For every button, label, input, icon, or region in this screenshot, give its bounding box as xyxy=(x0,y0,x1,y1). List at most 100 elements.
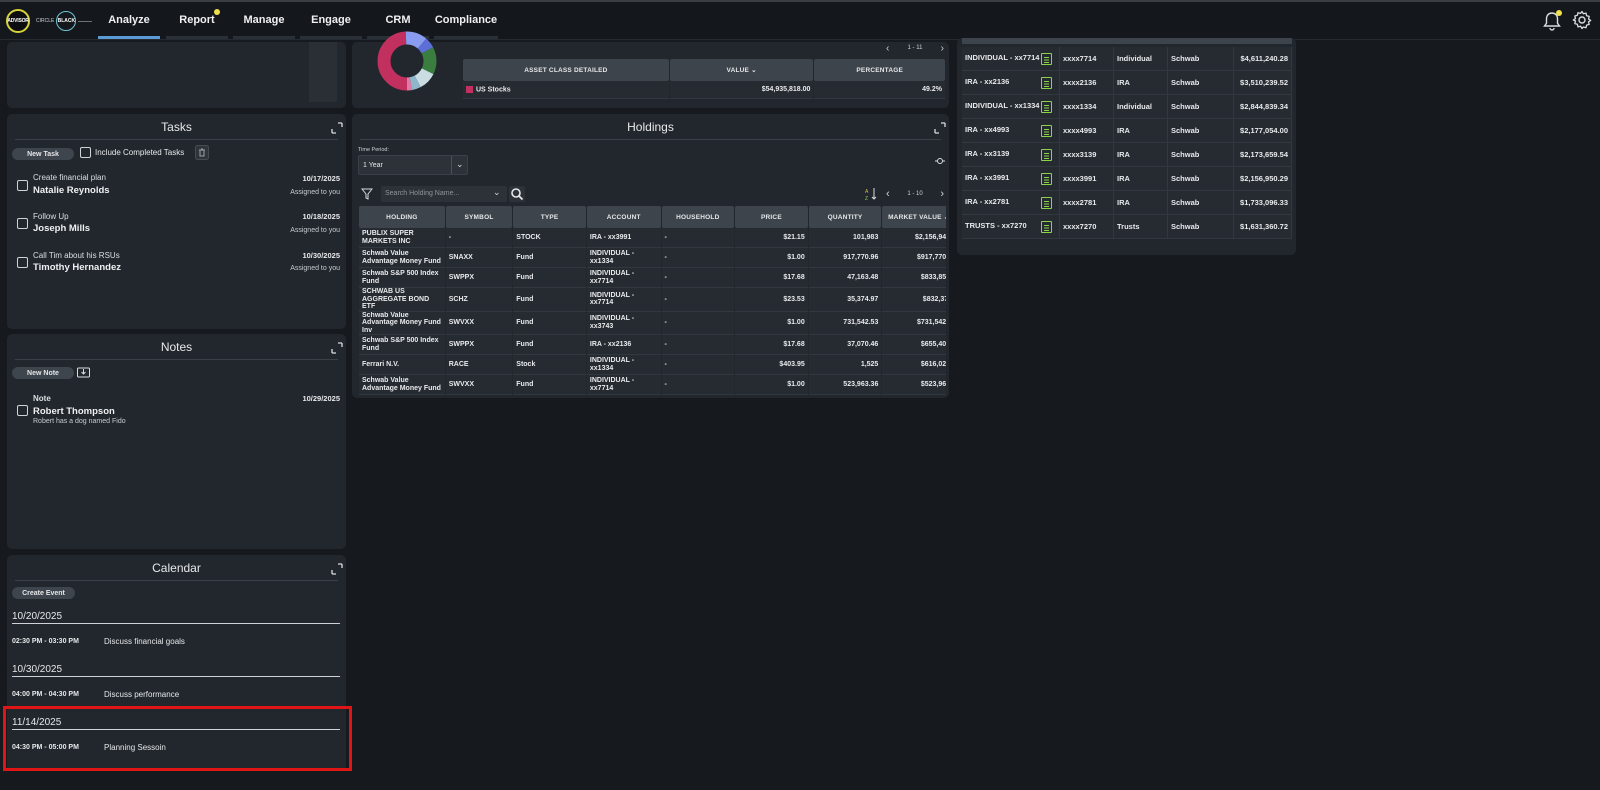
table-row[interactable]: Schwab S&P 500 Index Fund SWPPX Fund INDIVI… xyxy=(359,268,946,288)
note-icon[interactable] xyxy=(1041,76,1052,89)
sort-az-icon[interactable]: AZ xyxy=(865,187,877,201)
new-task-button[interactable]: New Task xyxy=(12,148,74,160)
table-cell: $1,733,096.33 xyxy=(1234,191,1292,215)
table-row[interactable]: Schwab Value Advantage Money Fund Inv SWV… xyxy=(359,311,946,335)
create-event-button[interactable]: Create Event xyxy=(12,587,75,599)
nav-engage[interactable]: Engage xyxy=(300,0,362,40)
table-cell: INDIVIDUAL - xx1334 xyxy=(962,95,1060,119)
search-icon[interactable] xyxy=(509,186,525,202)
holdings-pager: ‹ 1 - 10 › xyxy=(886,188,944,200)
include-completed-checkbox[interactable] xyxy=(80,147,91,158)
table-cell: xxxx2136 xyxy=(1060,71,1114,95)
filter-icon[interactable] xyxy=(361,188,373,200)
col-household[interactable]: HOUSEHOLD xyxy=(661,206,735,228)
table-cell: Fund xyxy=(513,248,586,268)
expand-icon[interactable] xyxy=(331,563,343,575)
task-checkbox[interactable] xyxy=(17,218,28,229)
trash-icon[interactable] xyxy=(195,145,209,160)
table-cell: Stock xyxy=(513,355,586,375)
note-icon[interactable] xyxy=(1041,196,1052,209)
table-row[interactable]: Schwab S&P 500 Index Fund SWPPX Fund IRA - … xyxy=(359,335,946,355)
time-period-select[interactable]: 1 Year ⌄ xyxy=(358,155,468,175)
table-row[interactable]: INDIVIDUAL - xx1334 xxxx1334 Individual Sch… xyxy=(962,95,1292,119)
table-row[interactable]: SCHWAB US AGGREGATE BOND ETF SCHZ Fund INDI… xyxy=(359,288,946,312)
table-cell: $21.15 xyxy=(735,228,808,248)
table-row[interactable]: Ferrari N.V. RACE Stock INDIVIDUAL - xx1334… xyxy=(359,355,946,375)
col-holding[interactable]: HOLDING xyxy=(359,206,445,228)
table-cell: IRA xyxy=(1114,167,1168,191)
table-cell: Schwab Value Advantage Money Fund Inv xyxy=(359,311,445,335)
table-cell: xxxx2781 xyxy=(1060,191,1114,215)
table-cell: IRA - xx3991 xyxy=(962,167,1060,191)
expand-icon[interactable] xyxy=(934,122,946,134)
expand-icon[interactable] xyxy=(331,122,343,134)
note-checkbox[interactable] xyxy=(17,405,28,416)
table-row[interactable]: Schwab Value Advantage Money Fund SWVXX Fu… xyxy=(359,375,946,395)
search-holding-input[interactable]: Search Holding Name... ⌄ xyxy=(381,186,507,202)
table-cell: SCHZ xyxy=(445,288,513,312)
col-type[interactable]: TYPE xyxy=(513,206,586,228)
table-cell: SWVXX xyxy=(445,311,513,335)
table-cell: Schwab xyxy=(1168,143,1234,167)
nav-analyze[interactable]: Analyze xyxy=(98,0,160,40)
next-page-icon[interactable]: › xyxy=(941,43,944,54)
table-cell: INDIVIDUAL - xx7714 xyxy=(586,375,661,395)
table-cell: $1.00 xyxy=(735,248,808,268)
note-icon[interactable] xyxy=(1041,100,1052,113)
color-swatch xyxy=(466,85,473,93)
col-account[interactable]: ACCOUNT xyxy=(586,206,661,228)
table-row[interactable]: IRA - xx2136 xxxx2136 IRA Schwab $3,510,239.… xyxy=(962,71,1292,95)
circle-black-logo[interactable]: CIRCLE BLACK xyxy=(36,9,94,33)
holdings-table-viewport: HOLDING SYMBOL TYPE ACCOUNT HOUSEHOLD PR… xyxy=(358,206,946,396)
note-icon[interactable] xyxy=(1041,172,1052,185)
col-asset-class[interactable]: ASSET CLASS DETAILED xyxy=(463,59,669,81)
table-row[interactable]: IRA - xx4993 xxxx4993 IRA Schwab $2,177,054.… xyxy=(962,119,1292,143)
table-row[interactable]: Schwab Value Advantage Money Fund SNAXX Fu… xyxy=(359,248,946,268)
expand-icon[interactable] xyxy=(331,342,343,354)
col-value[interactable]: VALUE ⌄ xyxy=(669,59,814,81)
table-row[interactable]: US Stocks $54,935,818.00 49.2% xyxy=(463,81,945,99)
note-icon[interactable] xyxy=(1041,220,1052,233)
notification-dot xyxy=(214,9,220,15)
table-cell: Schwab xyxy=(1168,71,1234,95)
gear-icon[interactable] xyxy=(1572,10,1592,30)
prev-page-icon[interactable]: ‹ xyxy=(886,43,889,54)
calendar-event[interactable]: Discuss performance xyxy=(104,690,179,699)
table-row[interactable]: TRUSTS - xx7270 xxxx7270 Trusts Schwab $1,63… xyxy=(962,215,1292,239)
table-cell: IRA xyxy=(1114,71,1168,95)
prev-page-icon[interactable]: ‹ xyxy=(886,188,890,200)
table-cell: Individual xyxy=(1114,47,1168,71)
task-checkbox[interactable] xyxy=(17,180,28,191)
table-cell: Fund xyxy=(513,288,586,312)
table-cell: xxxx3991 xyxy=(1060,167,1114,191)
calendar-event[interactable]: Discuss financial goals xyxy=(104,637,185,646)
nav-compliance[interactable]: Compliance xyxy=(434,0,498,40)
holdings-table: HOLDING SYMBOL TYPE ACCOUNT HOUSEHOLD PR… xyxy=(358,206,946,395)
table-cell: $917,770.9 xyxy=(882,248,946,268)
table-row[interactable]: IRA - xx3139 xxxx3139 IRA Schwab $2,173,659.… xyxy=(962,143,1292,167)
task-checkbox[interactable] xyxy=(17,257,28,268)
next-page-icon[interactable]: › xyxy=(940,188,944,200)
bell-icon[interactable] xyxy=(1542,10,1562,32)
download-icon[interactable] xyxy=(77,366,90,378)
col-market-value[interactable]: MARKET VALUE ⌄ xyxy=(882,206,946,228)
nav-manage[interactable]: Manage xyxy=(233,0,295,40)
column-settings-icon[interactable] xyxy=(935,157,945,165)
advisor-logo[interactable]: ADVISOR xyxy=(6,9,30,33)
note-icon[interactable] xyxy=(1041,52,1052,65)
table-row[interactable]: IRA - xx2781 xxxx2781 IRA Schwab $1,733,096.… xyxy=(962,191,1292,215)
col-symbol[interactable]: SYMBOL xyxy=(445,206,513,228)
col-price[interactable]: PRICE xyxy=(735,206,808,228)
scroll-track[interactable] xyxy=(309,42,337,102)
table-row[interactable]: INDIVIDUAL - xx7714 xxxx7714 Individual Sch… xyxy=(962,47,1292,71)
nav-report[interactable]: Report xyxy=(166,0,228,40)
table-cell: $2,844,839.34 xyxy=(1234,95,1292,119)
table-row[interactable]: PUBLIX SUPER MARKETS INC - STOCK IRA - xx39… xyxy=(359,228,946,248)
col-percentage[interactable]: PERCENTAGE xyxy=(814,59,945,81)
table-cell: - xyxy=(445,228,513,248)
table-row[interactable]: IRA - xx3991 xxxx3991 IRA Schwab $2,156,950.… xyxy=(962,167,1292,191)
col-quantity[interactable]: QUANTITY xyxy=(808,206,882,228)
note-icon[interactable] xyxy=(1041,124,1052,137)
note-icon[interactable] xyxy=(1041,148,1052,161)
new-note-button[interactable]: New Note xyxy=(12,367,74,379)
